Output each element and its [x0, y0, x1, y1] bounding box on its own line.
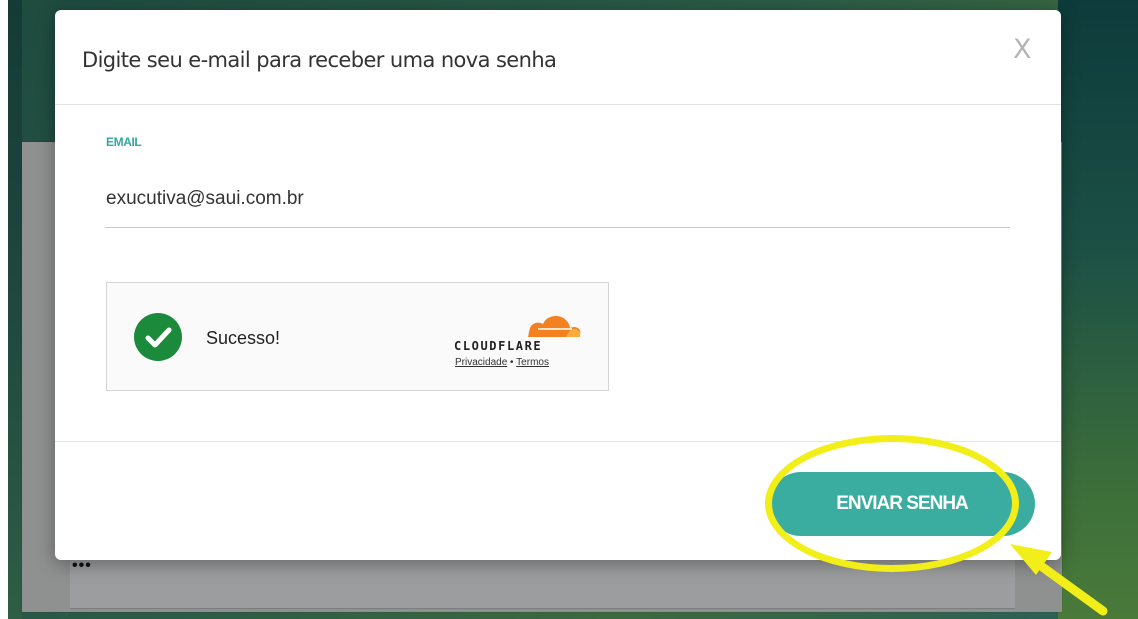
arrow-icon [1010, 544, 1108, 616]
